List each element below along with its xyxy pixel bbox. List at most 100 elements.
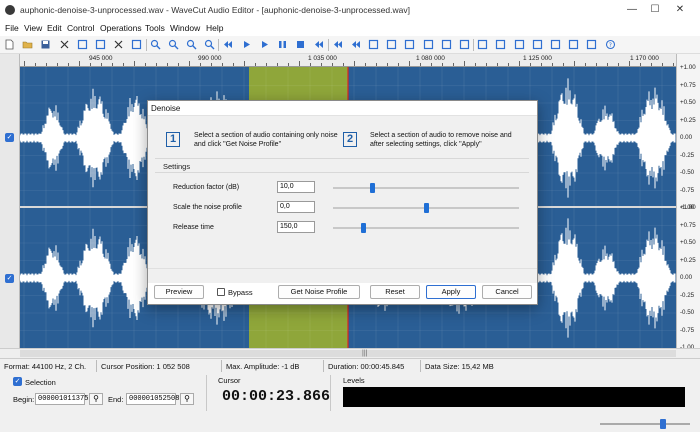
play-selection-icon[interactable] (259, 39, 270, 50)
menu-control[interactable]: Control (67, 23, 94, 33)
ruler-tick (398, 63, 399, 66)
reduction-factor-input[interactable]: 10,0 (277, 181, 315, 193)
reduction-factor-slider[interactable] (370, 183, 376, 193)
zoom-in-icon[interactable] (150, 39, 161, 50)
loop-icon[interactable] (368, 39, 379, 50)
open-icon[interactable] (22, 39, 33, 50)
release-time-input[interactable]: 150,0 (277, 221, 315, 233)
filter-icon[interactable] (477, 39, 488, 50)
status-bar: Format: 44100 Hz, 2 Ch. Cursor Position:… (0, 358, 700, 372)
prev-icon[interactable] (332, 39, 343, 50)
time-ruler[interactable]: 945 000 990 000 1 035 000 1 080 000 1 12… (20, 54, 676, 67)
end-pin-button[interactable]: ⚲ (180, 393, 194, 405)
new-icon[interactable] (4, 39, 15, 50)
menu-edit[interactable]: Edit (47, 23, 62, 33)
amplitude-label: +1.00 (680, 64, 696, 71)
denoise-dialog: Denoise 1 Select a section of audio cont… (147, 100, 538, 305)
select-all-icon[interactable] (404, 39, 415, 50)
amplify-icon[interactable] (459, 39, 470, 50)
go-end-icon[interactable] (313, 39, 324, 50)
selection-checkbox[interactable]: ✓ (13, 377, 22, 386)
ruler-tick (277, 63, 278, 66)
effects-icon[interactable] (532, 39, 543, 50)
amplitude-label: 0.00 (680, 134, 693, 141)
zoom-all-icon[interactable] (204, 39, 215, 50)
apply-button[interactable]: Apply (426, 285, 476, 299)
go-start-icon[interactable] (222, 39, 233, 50)
pause-icon[interactable] (277, 39, 288, 50)
ruler-label: 945 000 (89, 55, 113, 62)
zoom-slider[interactable] (600, 419, 690, 429)
zoom-out-icon[interactable] (168, 39, 179, 50)
play-icon[interactable] (241, 39, 252, 50)
next-icon[interactable] (350, 39, 361, 50)
svg-text:?: ? (608, 42, 611, 49)
maximize-button[interactable]: ☐ (648, 3, 662, 17)
ruler-tick (123, 63, 124, 66)
menu-help[interactable]: Help (206, 23, 223, 33)
begin-field[interactable]: 000001011375 (35, 393, 88, 405)
reset-button[interactable]: Reset (370, 285, 420, 299)
toolbar-separator (327, 39, 329, 51)
menu-tools[interactable]: Tools (145, 23, 165, 33)
ruler-tick (387, 63, 388, 66)
normalize-icon[interactable] (441, 39, 452, 50)
step-1-instruction: Select a section of audio containing onl… (194, 132, 338, 148)
scrollbar-thumb[interactable] (20, 350, 676, 357)
ruler-tick (299, 61, 300, 66)
preview-button[interactable]: Preview (154, 285, 204, 299)
menu-operations[interactable]: Operations (100, 23, 142, 33)
delete-icon[interactable] (113, 39, 124, 50)
ruler-tick (618, 63, 619, 66)
stop-icon[interactable] (295, 39, 306, 50)
channel-strip: ✓ ✓ (0, 54, 20, 348)
cancel-button[interactable]: Cancel (482, 285, 532, 299)
dialog-title-bar[interactable]: Denoise (148, 101, 537, 116)
ruler-tick (464, 61, 465, 66)
end-field[interactable]: 000001052508 (126, 393, 179, 405)
minimize-button[interactable]: — (625, 3, 639, 17)
menu-window[interactable]: Window (170, 23, 200, 33)
undo-icon[interactable] (423, 39, 434, 50)
scroll-grip-icon: ||| (362, 350, 368, 357)
channel-2-checkbox[interactable]: ✓ (5, 274, 14, 283)
panel-divider (206, 375, 207, 411)
help-icon[interactable]: ? (605, 39, 616, 50)
menu-view[interactable]: View (24, 23, 42, 33)
ruler-tick (607, 63, 608, 66)
scale-noise-profile-slider[interactable] (424, 203, 429, 213)
scale-noise-profile-label: Scale the noise profile (173, 204, 242, 211)
toolbar-separator (145, 39, 147, 51)
amplitude-label: -0.75 (680, 186, 695, 194)
bypass-checkbox[interactable] (217, 288, 225, 296)
ruler-tick (519, 61, 520, 66)
get-noise-profile-button[interactable]: Get Noise Profile (278, 285, 360, 299)
cut-icon[interactable] (59, 39, 70, 50)
ruler-tick (310, 63, 311, 66)
close-button[interactable]: ✕ (673, 3, 687, 17)
eq-icon[interactable] (495, 39, 506, 50)
noise-icon[interactable] (550, 39, 561, 50)
scale-noise-profile-track (333, 203, 519, 213)
begin-pin-button[interactable]: ⚲ (89, 393, 103, 405)
paste-icon[interactable] (95, 39, 106, 50)
scale-noise-profile-input[interactable]: 0,0 (277, 201, 315, 213)
spectrum-icon[interactable] (568, 39, 579, 50)
equalizer-icon[interactable] (514, 39, 525, 50)
ruler-tick (453, 63, 454, 66)
zoom-slider-knob[interactable] (660, 419, 666, 429)
menu-file[interactable]: File (5, 23, 19, 33)
ruler-tick (596, 63, 597, 66)
ruler-tick (475, 63, 476, 66)
step-2-number-icon: 2 (343, 132, 357, 147)
zoom-selection-icon[interactable] (186, 39, 197, 50)
ruler-tick (244, 61, 245, 66)
horizontal-scrollbar[interactable]: ||| (0, 348, 700, 358)
save-icon[interactable] (40, 39, 51, 50)
grid-icon[interactable] (586, 39, 597, 50)
release-time-slider[interactable] (360, 223, 366, 233)
crop-icon[interactable] (131, 39, 142, 50)
channel-1-checkbox[interactable]: ✓ (5, 133, 14, 142)
copy-icon[interactable] (77, 39, 88, 50)
marker-icon[interactable] (386, 39, 397, 50)
